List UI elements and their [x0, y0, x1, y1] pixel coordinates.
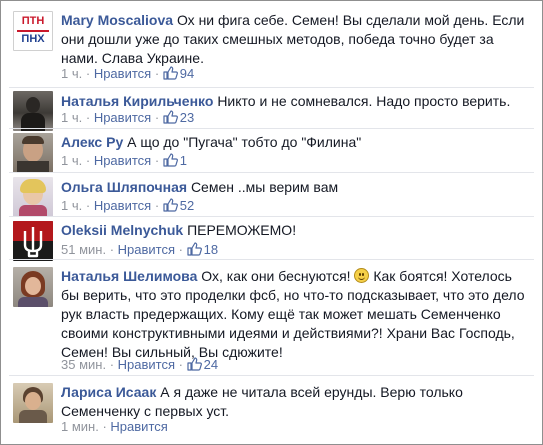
- comment-time[interactable]: 1 ч.: [61, 153, 82, 168]
- meta-separator: ·: [109, 242, 118, 257]
- like-button[interactable]: Нравится: [94, 153, 151, 168]
- comment-divider: [9, 87, 534, 88]
- meta-separator: ·: [85, 198, 94, 213]
- comment-body: Oleksii Melnychuk ПЕРЕМОЖЕМО!: [61, 221, 532, 240]
- comment-author[interactable]: Mary Moscaliova: [61, 12, 173, 28]
- like-count-value: 23: [179, 110, 195, 125]
- comment-text-start: Ох, как они беснуются!: [201, 268, 351, 284]
- thumbs-up-icon: [186, 242, 202, 256]
- comment-divider: [9, 259, 534, 260]
- comment-author[interactable]: Алекс Ру: [61, 134, 123, 150]
- comment-time[interactable]: 1 мин.: [61, 419, 99, 434]
- avatar[interactable]: ПТН ПНХ: [13, 11, 53, 51]
- thumbs-up-icon: [163, 66, 178, 80]
- comment-author[interactable]: Лариса Исаак: [61, 384, 156, 400]
- comment-body: Наталья Кирильченко Никто и не сомневалс…: [61, 92, 532, 111]
- meta-separator: ·: [178, 357, 187, 372]
- comment-time[interactable]: 35 мин.: [61, 357, 106, 372]
- comment-meta: 35 мин. · Нравится · 24: [61, 357, 218, 373]
- comment-author[interactable]: Oleksii Melnychuk: [61, 222, 183, 238]
- meta-separator: ·: [154, 198, 163, 213]
- comment-divider: [9, 375, 534, 376]
- like-button[interactable]: Нравится: [110, 419, 167, 434]
- comment-time[interactable]: 1 ч.: [61, 110, 82, 125]
- comment-author[interactable]: Наталья Кирильченко: [61, 93, 213, 109]
- comment-body: Ольга Шляпочная Семен ..мы верим вам: [61, 178, 532, 197]
- thumbs-up-icon: [163, 153, 178, 167]
- comment-text: Никто и не сомневался. Надо просто верит…: [217, 93, 511, 109]
- comment-text: ПЕРЕМОЖЕМО!: [187, 222, 297, 238]
- avatar[interactable]: [13, 91, 53, 131]
- like-count[interactable]: 52: [163, 198, 194, 213]
- meta-separator: ·: [154, 153, 163, 168]
- avatar-logo-text-bottom: ПНХ: [21, 33, 45, 45]
- like-button[interactable]: Нравится: [94, 198, 151, 213]
- thumbs-up-icon: [163, 198, 178, 212]
- meta-separator: ·: [109, 357, 118, 372]
- comment-divider: [9, 172, 534, 173]
- meta-separator: ·: [85, 66, 94, 81]
- like-count-value: 1: [179, 153, 187, 168]
- comment-meta: 1 ч. · Нравится · 94: [61, 66, 194, 82]
- meta-separator: ·: [178, 242, 187, 257]
- avatar[interactable]: [13, 133, 53, 173]
- meta-separator: ·: [85, 110, 94, 125]
- smile-emoji-icon: [354, 268, 370, 283]
- comment-text: А що до "Пугача" тобто до "Филина": [127, 134, 362, 150]
- like-button[interactable]: Нравится: [118, 242, 175, 257]
- comment-time[interactable]: 1 ч.: [61, 66, 82, 81]
- comment-meta: 51 мин. · Нравится · 18: [61, 242, 218, 258]
- comment-meta: 1 ч. · Нравится · 23: [61, 110, 194, 126]
- comment-text: Семен ..мы верим вам: [190, 179, 339, 195]
- comment-body: Лариса Исаак А я даже не читала всей еру…: [61, 383, 532, 421]
- like-count-value: 94: [179, 66, 195, 81]
- like-count-value: 24: [203, 357, 219, 372]
- comment-meta: 1 мин. · Нравится: [61, 419, 168, 435]
- avatar[interactable]: [13, 221, 53, 261]
- avatar-logo-text-top: ПТН: [21, 15, 45, 27]
- comment-time[interactable]: 51 мин.: [61, 242, 106, 257]
- comment-divider: [9, 128, 534, 129]
- like-count[interactable]: 24: [186, 357, 219, 372]
- like-count[interactable]: 1: [163, 153, 187, 168]
- like-button[interactable]: Нравится: [94, 110, 151, 125]
- avatar[interactable]: [13, 383, 53, 423]
- like-count[interactable]: 94: [163, 66, 194, 81]
- meta-separator: ·: [85, 153, 94, 168]
- meta-separator: ·: [154, 66, 163, 81]
- like-count-value: 18: [203, 242, 219, 257]
- comment-meta: 1 ч. · Нравится · 1: [61, 153, 187, 169]
- trident-icon: [23, 227, 43, 258]
- comment-body: Mary Moscaliova Ох ни фига себе. Семен! …: [61, 11, 532, 68]
- comment-meta: 1 ч. · Нравится · 52: [61, 198, 194, 214]
- thumbs-up-icon: [163, 110, 178, 124]
- comment-time[interactable]: 1 ч.: [61, 198, 82, 213]
- avatar[interactable]: [13, 267, 53, 307]
- avatar[interactable]: [13, 177, 53, 217]
- comments-panel: ПТН ПНХ Mary Moscaliova Ох ни фига себе.…: [0, 0, 543, 445]
- comment-body: Наталья Шелимова Ох, как они беснуются! …: [61, 267, 532, 362]
- meta-separator: ·: [154, 110, 163, 125]
- thumbs-up-icon: [186, 357, 202, 371]
- avatar-logo-line: [17, 30, 49, 32]
- comment-author[interactable]: Наталья Шелимова: [61, 268, 197, 284]
- comment-divider: [9, 216, 534, 217]
- like-count[interactable]: 23: [163, 110, 194, 125]
- comment-body: Алекс Ру А що до "Пугача" тобто до "Фили…: [61, 133, 532, 152]
- like-button[interactable]: Нравится: [94, 66, 151, 81]
- like-count-value: 52: [179, 198, 195, 213]
- like-button[interactable]: Нравится: [118, 357, 175, 372]
- like-count[interactable]: 18: [186, 242, 219, 257]
- comment-author[interactable]: Ольга Шляпочная: [61, 179, 187, 195]
